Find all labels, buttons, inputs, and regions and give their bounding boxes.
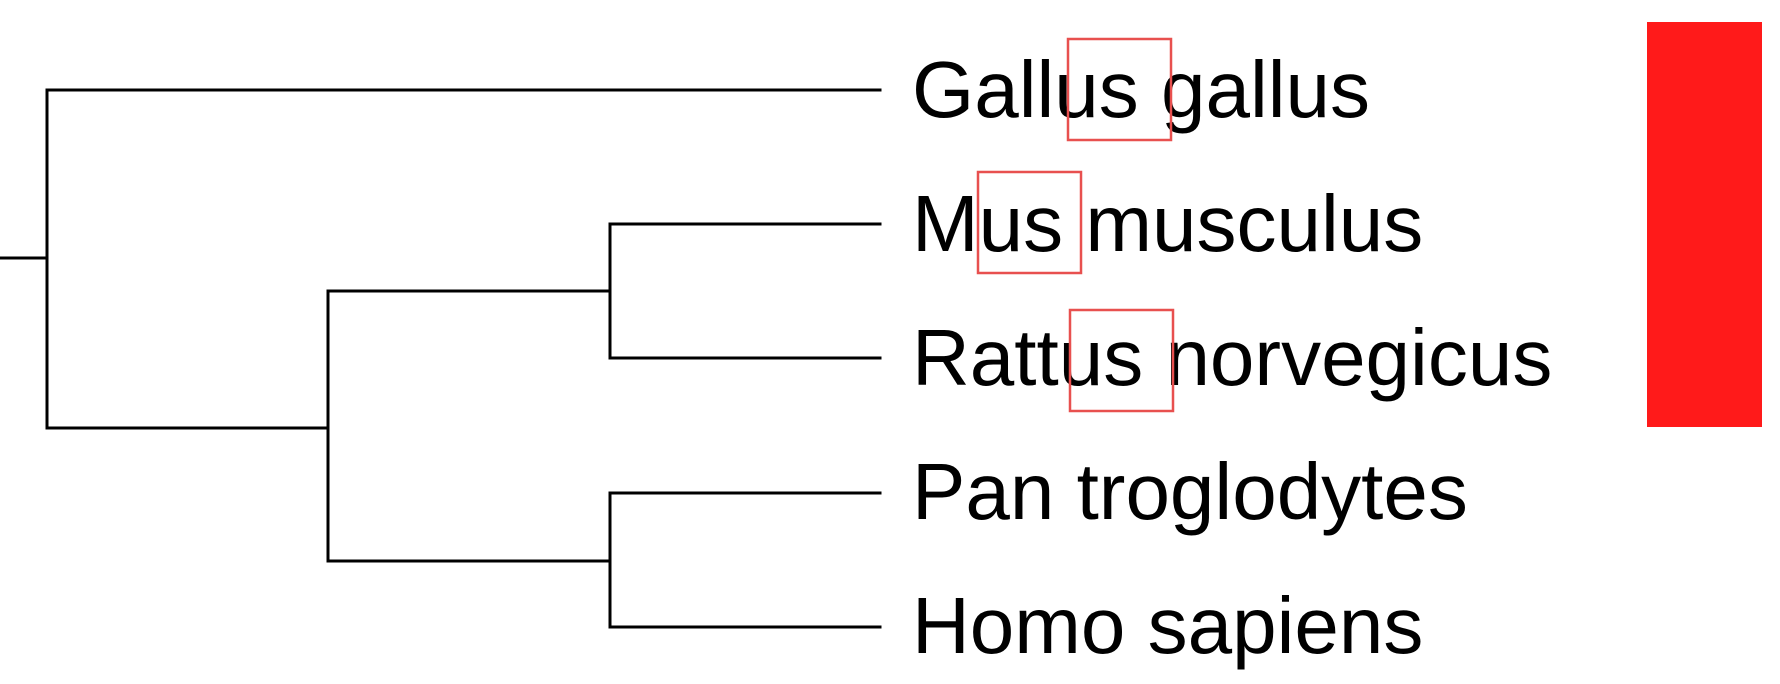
taxon-label-mus-musculus: Mus musculus (912, 179, 1423, 268)
taxon-label-homo-sapiens: Homo sapiens (912, 581, 1423, 670)
taxon-label-pan-troglodytes: Pan troglodytes (912, 447, 1468, 536)
taxon-label-rattus-norvegicus: Rattus norvegicus (912, 313, 1552, 402)
phylogenetic-tree-diagram: Gallus gallus Mus musculus Rattus norveg… (0, 22, 1762, 670)
tree-branches (0, 88, 882, 629)
taxon-label-gallus-gallus: Gallus gallus (912, 45, 1370, 134)
clade-marker-bar (1647, 22, 1762, 427)
taxon-labels: Gallus gallus Mus musculus Rattus norveg… (912, 45, 1552, 670)
